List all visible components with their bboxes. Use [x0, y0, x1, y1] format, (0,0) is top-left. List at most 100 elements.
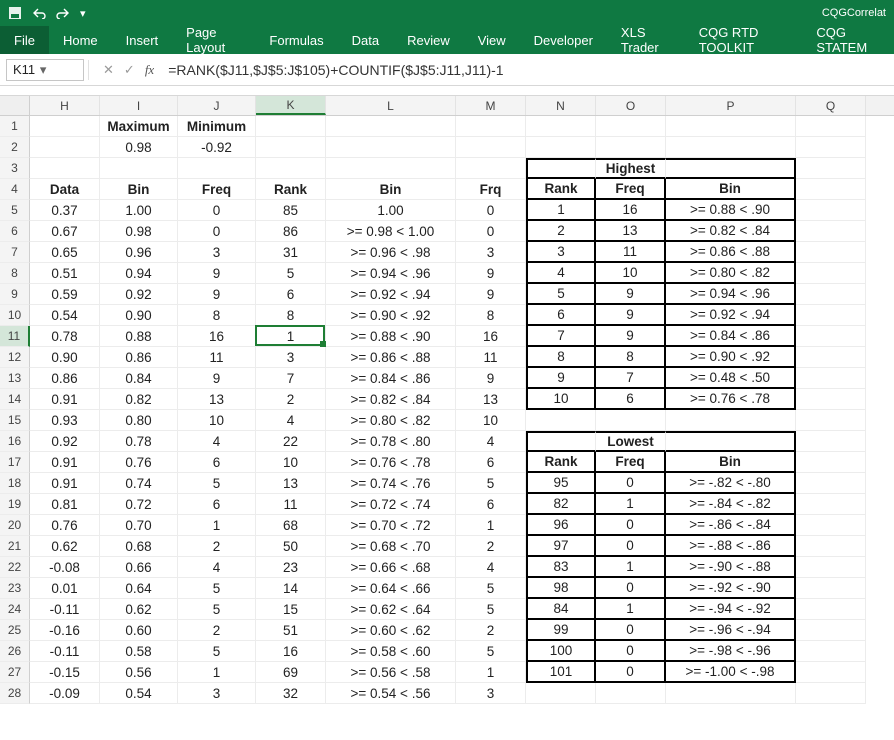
cell-J17[interactable]: 6 — [178, 452, 256, 473]
cell-N9[interactable]: 5 — [526, 284, 596, 305]
cell-N5[interactable]: 1 — [526, 200, 596, 221]
cell-P16[interactable] — [666, 431, 796, 452]
cell-H26[interactable]: -0.11 — [30, 641, 100, 662]
cell-H20[interactable]: 0.76 — [30, 515, 100, 536]
cell-N16[interactable] — [526, 431, 596, 452]
cell-O11[interactable]: 9 — [596, 326, 666, 347]
cell-O4[interactable]: Freq — [596, 179, 666, 200]
cell-H28[interactable]: -0.09 — [30, 683, 100, 704]
ribbon-tab-data[interactable]: Data — [338, 26, 393, 54]
cell-O15[interactable] — [596, 410, 666, 431]
cell-K19[interactable]: 11 — [256, 494, 326, 515]
cell-L21[interactable]: >= 0.68 < .70 — [326, 536, 456, 557]
cell-O16[interactable]: Lowest — [596, 431, 666, 452]
cell-J2[interactable]: -0.92 — [178, 137, 256, 158]
cell-J22[interactable]: 4 — [178, 557, 256, 578]
cell-K24[interactable]: 15 — [256, 599, 326, 620]
cell-K2[interactable] — [256, 137, 326, 158]
cell-H25[interactable]: -0.16 — [30, 620, 100, 641]
cell-O3[interactable]: Highest — [596, 158, 666, 179]
cell-O23[interactable]: 0 — [596, 578, 666, 599]
cell-M22[interactable]: 4 — [456, 557, 526, 578]
cell-J8[interactable]: 9 — [178, 263, 256, 284]
cell-H3[interactable] — [30, 158, 100, 179]
cell-M3[interactable] — [456, 158, 526, 179]
cell-M14[interactable]: 13 — [456, 389, 526, 410]
column-header-J[interactable]: J — [178, 96, 256, 115]
cell-O20[interactable]: 0 — [596, 515, 666, 536]
cell-O10[interactable]: 9 — [596, 305, 666, 326]
row-header-1[interactable]: 1 — [0, 116, 30, 137]
cell-L3[interactable] — [326, 158, 456, 179]
row-header-3[interactable]: 3 — [0, 158, 30, 179]
cell-O8[interactable]: 10 — [596, 263, 666, 284]
cell-I15[interactable]: 0.80 — [100, 410, 178, 431]
cell-J10[interactable]: 8 — [178, 305, 256, 326]
cell-H8[interactable]: 0.51 — [30, 263, 100, 284]
ribbon-tab-page-layout[interactable]: Page Layout — [172, 26, 255, 54]
save-icon[interactable] — [8, 6, 22, 20]
cell-M16[interactable]: 4 — [456, 431, 526, 452]
cell-O9[interactable]: 9 — [596, 284, 666, 305]
cell-N18[interactable]: 95 — [526, 473, 596, 494]
cell-K25[interactable]: 51 — [256, 620, 326, 641]
cell-N25[interactable]: 99 — [526, 620, 596, 641]
cell-K21[interactable]: 50 — [256, 536, 326, 557]
row-header-24[interactable]: 24 — [0, 599, 30, 620]
cell-K27[interactable]: 69 — [256, 662, 326, 683]
cell-K6[interactable]: 86 — [256, 221, 326, 242]
cell-K7[interactable]: 31 — [256, 242, 326, 263]
cell-H13[interactable]: 0.86 — [30, 368, 100, 389]
cell-H7[interactable]: 0.65 — [30, 242, 100, 263]
column-header-P[interactable]: P — [666, 96, 796, 115]
cell-K28[interactable]: 32 — [256, 683, 326, 704]
cell-N3[interactable] — [526, 158, 596, 179]
name-box-dropdown-icon[interactable]: ▾ — [35, 62, 51, 78]
formula-input[interactable]: =RANK($J11,$J$5:J$105)+COUNTIF($J$5:J11,… — [164, 59, 894, 81]
cell-L7[interactable]: >= 0.96 < .98 — [326, 242, 456, 263]
cell-H10[interactable]: 0.54 — [30, 305, 100, 326]
cell-N27[interactable]: 101 — [526, 662, 596, 683]
name-box[interactable]: K11 ▾ — [6, 59, 84, 81]
cell-M28[interactable]: 3 — [456, 683, 526, 704]
cell-H14[interactable]: 0.91 — [30, 389, 100, 410]
row-header-7[interactable]: 7 — [0, 242, 30, 263]
row-header-28[interactable]: 28 — [0, 683, 30, 704]
cell-N8[interactable]: 4 — [526, 263, 596, 284]
cell-N1[interactable] — [526, 116, 596, 137]
cell-J15[interactable]: 10 — [178, 410, 256, 431]
cell-Q3[interactable] — [796, 158, 866, 179]
cell-I20[interactable]: 0.70 — [100, 515, 178, 536]
cell-H18[interactable]: 0.91 — [30, 473, 100, 494]
cell-H19[interactable]: 0.81 — [30, 494, 100, 515]
cell-J11[interactable]: 16 — [178, 326, 256, 347]
cell-I11[interactable]: 0.88 — [100, 326, 178, 347]
cell-L5[interactable]: 1.00 — [326, 200, 456, 221]
cell-M2[interactable] — [456, 137, 526, 158]
cell-K17[interactable]: 10 — [256, 452, 326, 473]
cell-P26[interactable]: >= -.98 < -.96 — [666, 641, 796, 662]
cell-I5[interactable]: 1.00 — [100, 200, 178, 221]
cell-O19[interactable]: 1 — [596, 494, 666, 515]
row-header-16[interactable]: 16 — [0, 431, 30, 452]
cell-Q15[interactable] — [796, 410, 866, 431]
cell-P10[interactable]: >= 0.92 < .94 — [666, 305, 796, 326]
cell-P18[interactable]: >= -.82 < -.80 — [666, 473, 796, 494]
cell-K23[interactable]: 14 — [256, 578, 326, 599]
cell-I28[interactable]: 0.54 — [100, 683, 178, 704]
cell-M6[interactable]: 0 — [456, 221, 526, 242]
row-header-4[interactable]: 4 — [0, 179, 30, 200]
cell-I25[interactable]: 0.60 — [100, 620, 178, 641]
cell-H9[interactable]: 0.59 — [30, 284, 100, 305]
cell-M27[interactable]: 1 — [456, 662, 526, 683]
cell-K13[interactable]: 7 — [256, 368, 326, 389]
cell-L22[interactable]: >= 0.66 < .68 — [326, 557, 456, 578]
cell-H16[interactable]: 0.92 — [30, 431, 100, 452]
cell-P13[interactable]: >= 0.48 < .50 — [666, 368, 796, 389]
cell-L18[interactable]: >= 0.74 < .76 — [326, 473, 456, 494]
cell-N13[interactable]: 9 — [526, 368, 596, 389]
cell-I19[interactable]: 0.72 — [100, 494, 178, 515]
cell-L13[interactable]: >= 0.84 < .86 — [326, 368, 456, 389]
column-header-L[interactable]: L — [326, 96, 456, 115]
cell-Q11[interactable] — [796, 326, 866, 347]
